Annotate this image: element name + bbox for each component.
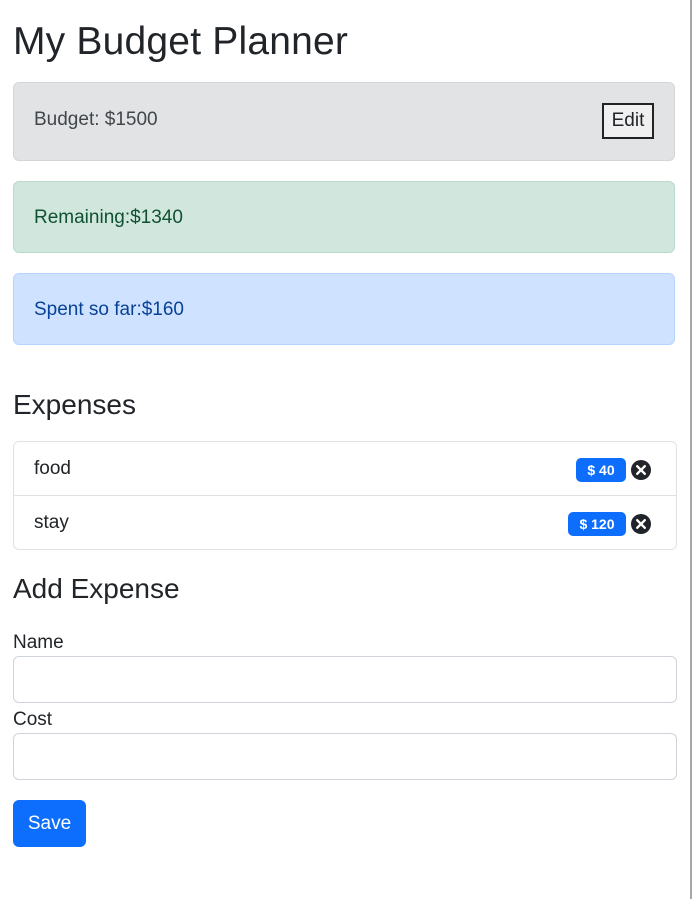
- save-button[interactable]: Save: [13, 800, 86, 847]
- expense-cost-badge: $ 120: [568, 512, 626, 536]
- expense-name: stay: [34, 512, 69, 533]
- expense-name: food: [34, 458, 71, 479]
- name-input[interactable]: [13, 656, 677, 703]
- cost-input[interactable]: [13, 733, 677, 780]
- spent-box: Spent so far:$160: [13, 273, 675, 345]
- add-expense-heading: Add Expense: [13, 573, 180, 604]
- cost-label: Cost: [13, 709, 53, 730]
- remaining-box: Remaining:$1340: [13, 181, 675, 253]
- expense-cost-badge: $ 40: [576, 458, 626, 482]
- budget-text: Budget: $1500: [34, 109, 158, 130]
- expense-list: food $ 40 stay $ 120: [13, 441, 677, 550]
- name-label: Name: [13, 632, 64, 653]
- close-circle-icon[interactable]: [631, 460, 651, 480]
- close-circle-icon[interactable]: [631, 514, 651, 534]
- budget-box: Budget: $1500 Edit: [13, 82, 675, 161]
- edit-budget-button[interactable]: Edit: [602, 103, 654, 139]
- list-item: food $ 40: [14, 442, 676, 496]
- page-title: My Budget Planner: [13, 20, 349, 63]
- expenses-heading: Expenses: [13, 389, 136, 420]
- list-item: stay $ 120: [14, 496, 676, 550]
- spent-text: Spent so far:$160: [34, 299, 184, 320]
- remaining-text: Remaining:$1340: [34, 207, 183, 228]
